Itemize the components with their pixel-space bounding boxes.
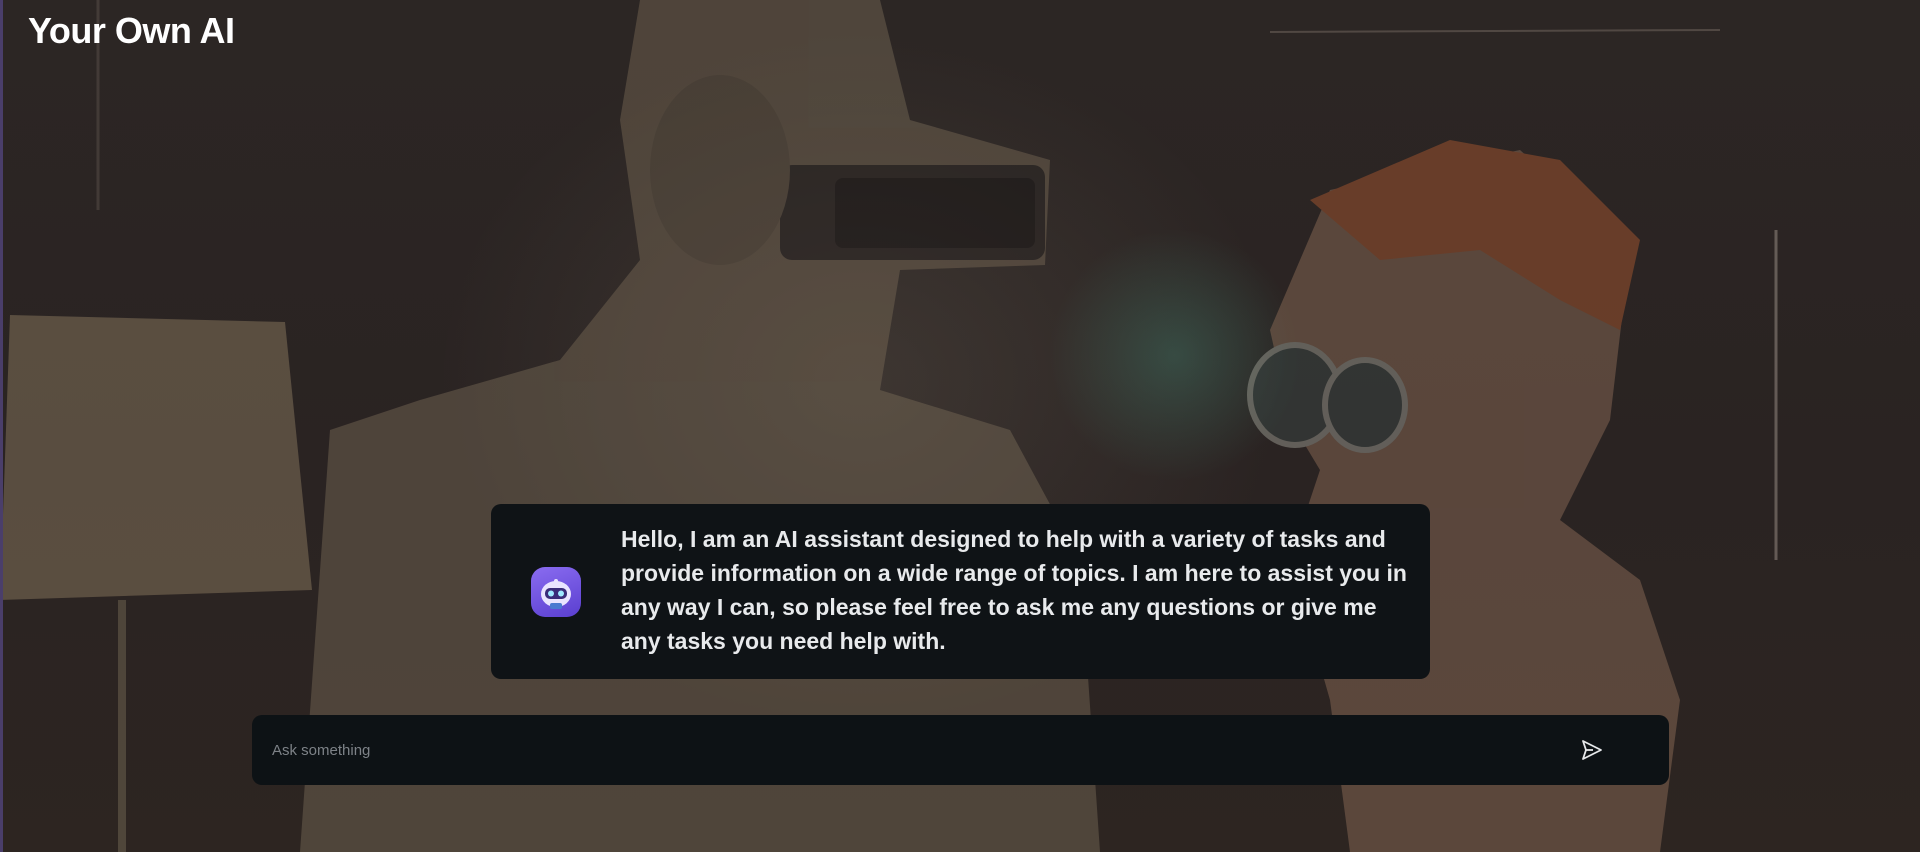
window-edge <box>0 0 3 852</box>
send-icon <box>1582 740 1602 760</box>
chat-composer <box>252 715 1669 785</box>
app-title: Your Own AI <box>28 10 235 51</box>
assistant-message-text: Hello, I am an AI assistant designed to … <box>621 526 1407 654</box>
robot-avatar-icon <box>531 567 581 617</box>
ask-input[interactable] <box>272 715 1572 785</box>
send-button[interactable] <box>1572 732 1612 768</box>
assistant-message: Hello, I am an AI assistant designed to … <box>491 504 1430 679</box>
